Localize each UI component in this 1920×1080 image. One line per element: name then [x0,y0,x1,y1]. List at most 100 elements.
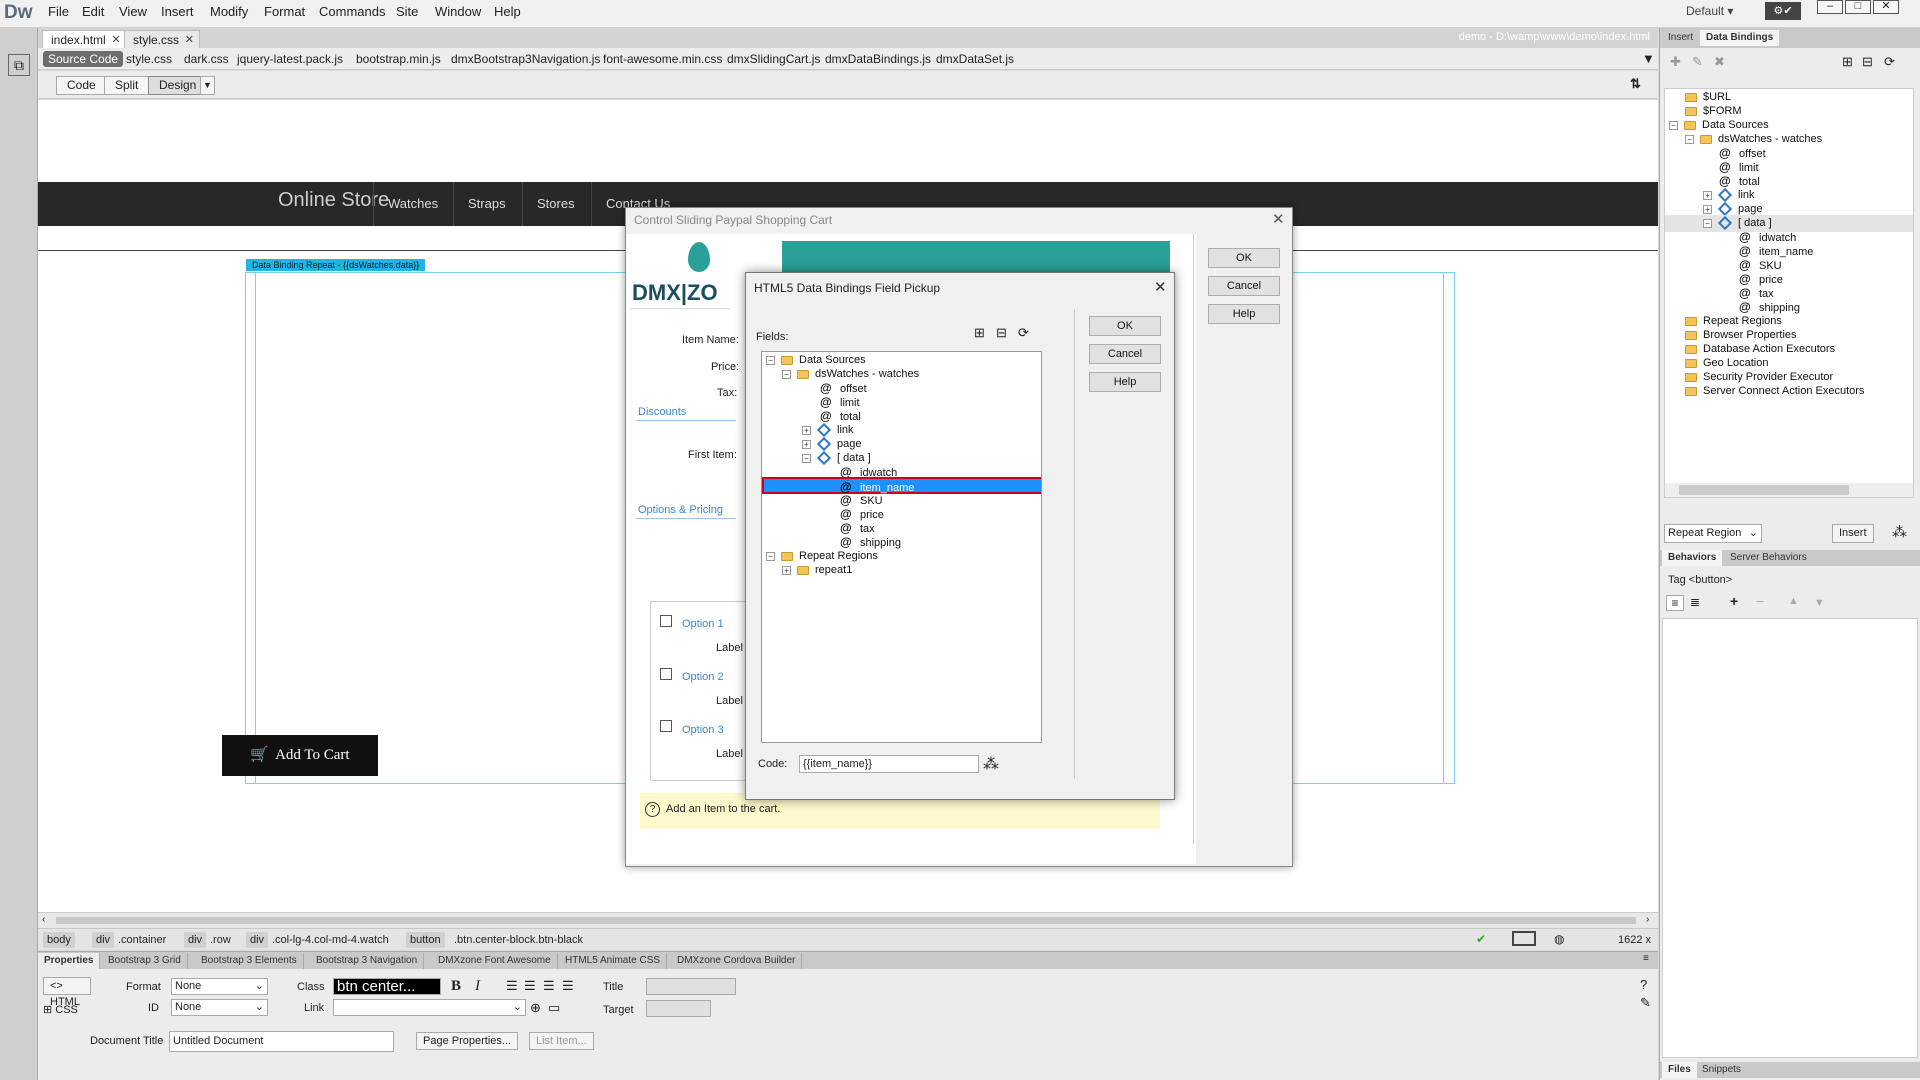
html-mode-button[interactable]: <> HTML [43,977,91,1008]
related-file[interactable]: dmxBootstrap3Navigation.js [446,51,605,67]
fields-tree[interactable]: − Data Sources − dsWatches - watches @ offs… [761,351,1042,743]
ordered-list-icon[interactable]: ☰ [524,978,536,994]
related-file[interactable]: jquery-latest.pack.js [232,51,348,67]
related-file[interactable]: dark.css [179,51,234,67]
option-1-checkbox[interactable] [660,615,672,627]
related-file-source[interactable]: Source Code [43,51,124,67]
help-icon[interactable]: ? [645,802,660,817]
menu-format[interactable]: Format [258,0,311,24]
chevron-down-icon[interactable]: ▼ [200,76,215,95]
collapse-all-icon[interactable]: ⊟ [1862,54,1873,70]
option-2-checkbox[interactable] [660,668,672,680]
magic-wand-icon[interactable]: ⁂ [1892,523,1907,541]
document-title-input[interactable]: Untitled Document [169,1031,394,1052]
tab-server-behaviors[interactable]: Server Behaviors [1724,550,1813,566]
show-set-events-icon[interactable]: ≡ [1666,595,1684,611]
show-all-events-icon[interactable]: ≣ [1690,595,1700,609]
remove-behavior-icon[interactable]: − [1756,593,1764,609]
nav-item-watches[interactable]: Watches [373,182,452,226]
menu-insert[interactable]: Insert [155,0,200,24]
link-input[interactable]: ⌄ [333,999,526,1016]
tree-item[interactable]: Server Connect Action Executors [1685,383,1864,400]
close-window-button[interactable]: ✕ [1873,0,1899,14]
related-file[interactable]: style.css [121,51,177,67]
scroll-left-icon[interactable]: ‹ [42,914,45,925]
unordered-list-icon[interactable]: ☰ [506,978,518,994]
tab-properties[interactable]: Properties [38,953,101,969]
close-icon[interactable]: ✕ [1272,210,1285,228]
edit-rule-icon[interactable]: ✎ [1640,995,1651,1011]
tag-class[interactable]: .btn.center-block.btn-black [450,932,587,948]
tag-class[interactable]: .container [114,932,170,948]
scroll-right-icon[interactable]: › [1646,914,1649,925]
folder-icon[interactable]: ▭ [548,1000,560,1016]
tree-item-selected[interactable]: @ item_name [762,477,1041,494]
code-input[interactable]: {{item_name}} [799,755,979,773]
expand-icon[interactable]: + [1703,190,1712,200]
menu-view[interactable]: View [113,0,153,24]
format-select[interactable]: None ⌄ [171,978,268,995]
refresh-icon[interactable]: ⟳ [1018,325,1029,341]
tab-snippets[interactable]: Snippets [1696,1062,1747,1078]
tag-body[interactable]: body [43,932,75,948]
expand-icon[interactable]: + [782,565,791,575]
collapse-icon[interactable]: − [1685,134,1694,144]
tab-font-awesome[interactable]: DMXzone Font Awesome [432,953,558,969]
code-view-button[interactable]: Code [56,76,107,95]
tab-bs3-grid[interactable]: Bootstrap 3 Grid [102,953,188,969]
expand-icon[interactable]: + [802,425,811,435]
site-icon[interactable]: ⧉ [8,54,30,76]
nav-item-straps[interactable]: Straps [453,182,520,226]
title-input[interactable] [646,978,736,995]
collapse-icon[interactable]: − [1669,120,1678,130]
menu-commands[interactable]: Commands [313,0,391,24]
italic-icon[interactable]: I [475,978,480,995]
list-item-button[interactable]: List Item... [529,1032,594,1050]
tab-behaviors[interactable]: Behaviors [1662,550,1723,566]
css-mode-button[interactable]: ⊞ CSS [43,1002,78,1018]
target-select[interactable] [646,1000,711,1017]
tab-bs3-navigation[interactable]: Bootstrap 3 Navigation [310,953,425,969]
move-up-icon[interactable]: ▲ [1788,595,1799,607]
expand-all-icon[interactable]: ⊞ [974,325,985,341]
outdent-icon[interactable]: ☰ [543,978,555,994]
tab-style-css[interactable]: style.css ✕ [124,30,201,49]
split-view-button[interactable]: Split [104,76,150,95]
expand-icon[interactable]: + [802,439,811,449]
ok-button[interactable]: OK [1208,248,1280,268]
tag-div[interactable]: div [184,932,207,948]
menu-window[interactable]: Window [429,0,487,24]
repeat-region-label[interactable]: Data Binding Repeat - {{dsWatches.data}} [246,259,426,271]
tab-data-bindings[interactable]: Data Bindings [1700,30,1780,46]
tree-item[interactable]: + repeat1 [782,562,852,579]
class-select[interactable]: btn center... [333,978,441,995]
globe-icon[interactable]: ◍ [1554,932,1564,946]
expand-all-icon[interactable]: ⊞ [1842,54,1853,70]
collapse-icon[interactable]: − [766,551,775,561]
data-bindings-tree[interactable]: $URL $FORM − Data Sources − dsWatches - wa… [1664,88,1914,498]
tag-class[interactable]: .row [206,932,235,948]
tag-class[interactable]: .col-lg-4.col-md-4.watch [268,932,393,948]
move-down-icon[interactable]: ▼ [1814,597,1825,609]
tab-cordova[interactable]: DMXzone Cordova Builder [671,953,803,969]
close-icon[interactable]: ✕ [185,31,194,49]
scroll-thumb[interactable] [1679,485,1849,495]
menu-modify[interactable]: Modify [204,0,254,24]
design-view-button[interactable]: Design [148,76,208,95]
related-file[interactable]: bootstrap.min.js [351,51,446,67]
cancel-button[interactable]: Cancel [1089,344,1161,364]
sort-icon[interactable]: ⇅ [1630,76,1641,92]
collapse-icon[interactable]: − [1703,218,1712,228]
tab-animate-css[interactable]: HTML5 Animate CSS [559,953,668,969]
menu-file[interactable]: File [42,0,75,24]
collapse-icon[interactable]: − [802,453,811,463]
add-to-cart-button[interactable]: 🛒 Add To Cart [222,735,378,776]
insert-button[interactable]: Insert [1832,524,1874,543]
tab-bs3-elements[interactable]: Bootstrap 3 Elements [195,953,304,969]
related-file[interactable]: dmxSlidingCart.js [722,51,825,67]
sync-settings-icon[interactable]: ⚙✔ [1765,2,1801,20]
options-pricing-link[interactable]: Options & Pricing [638,504,723,516]
device-preview-icon[interactable] [1512,931,1536,946]
help-button[interactable]: Help [1208,304,1280,324]
tag-div[interactable]: div [246,932,269,948]
